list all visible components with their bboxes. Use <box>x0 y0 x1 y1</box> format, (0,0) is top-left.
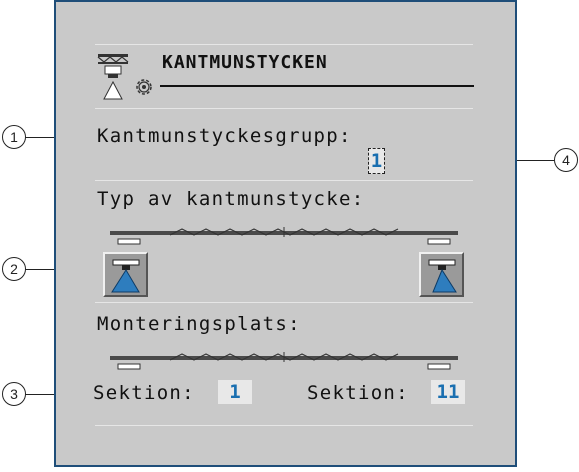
edge-nozzle-right-icon <box>428 259 457 293</box>
left-section-label: Sektion: <box>93 382 195 404</box>
edge-nozzle-left-icon <box>111 259 140 293</box>
callout-3: 3 <box>2 382 26 406</box>
group-label: Kantmunstyckesgrupp: <box>97 125 352 147</box>
divider <box>95 108 473 109</box>
mounting-label: Monteringsplats: <box>97 313 301 335</box>
callout-2: 2 <box>2 257 26 281</box>
edge-nozzle-left-button[interactable] <box>103 252 148 297</box>
divider <box>95 425 473 426</box>
edge-nozzle-right-button[interactable] <box>419 252 464 297</box>
callout-1: 1 <box>2 125 26 149</box>
group-value-field[interactable]: 1 <box>368 148 385 174</box>
divider <box>95 302 473 303</box>
type-label: Typ av kantmunstycke: <box>97 188 365 210</box>
right-section-value-field[interactable]: 11 <box>431 380 465 404</box>
boom-frame-icon <box>110 352 458 370</box>
divider <box>95 44 473 45</box>
sprayer-boom-icon <box>97 54 129 100</box>
right-section-label: Sektion: <box>307 382 409 404</box>
settings-gear-icon <box>136 79 152 95</box>
title-underline <box>160 85 474 87</box>
boom-frame-icon <box>110 227 458 245</box>
page-title: KANTMUNSTYCKEN <box>162 52 328 73</box>
divider <box>95 180 473 181</box>
left-section-value-field[interactable]: 1 <box>218 380 252 404</box>
callout-4: 4 <box>554 148 578 172</box>
